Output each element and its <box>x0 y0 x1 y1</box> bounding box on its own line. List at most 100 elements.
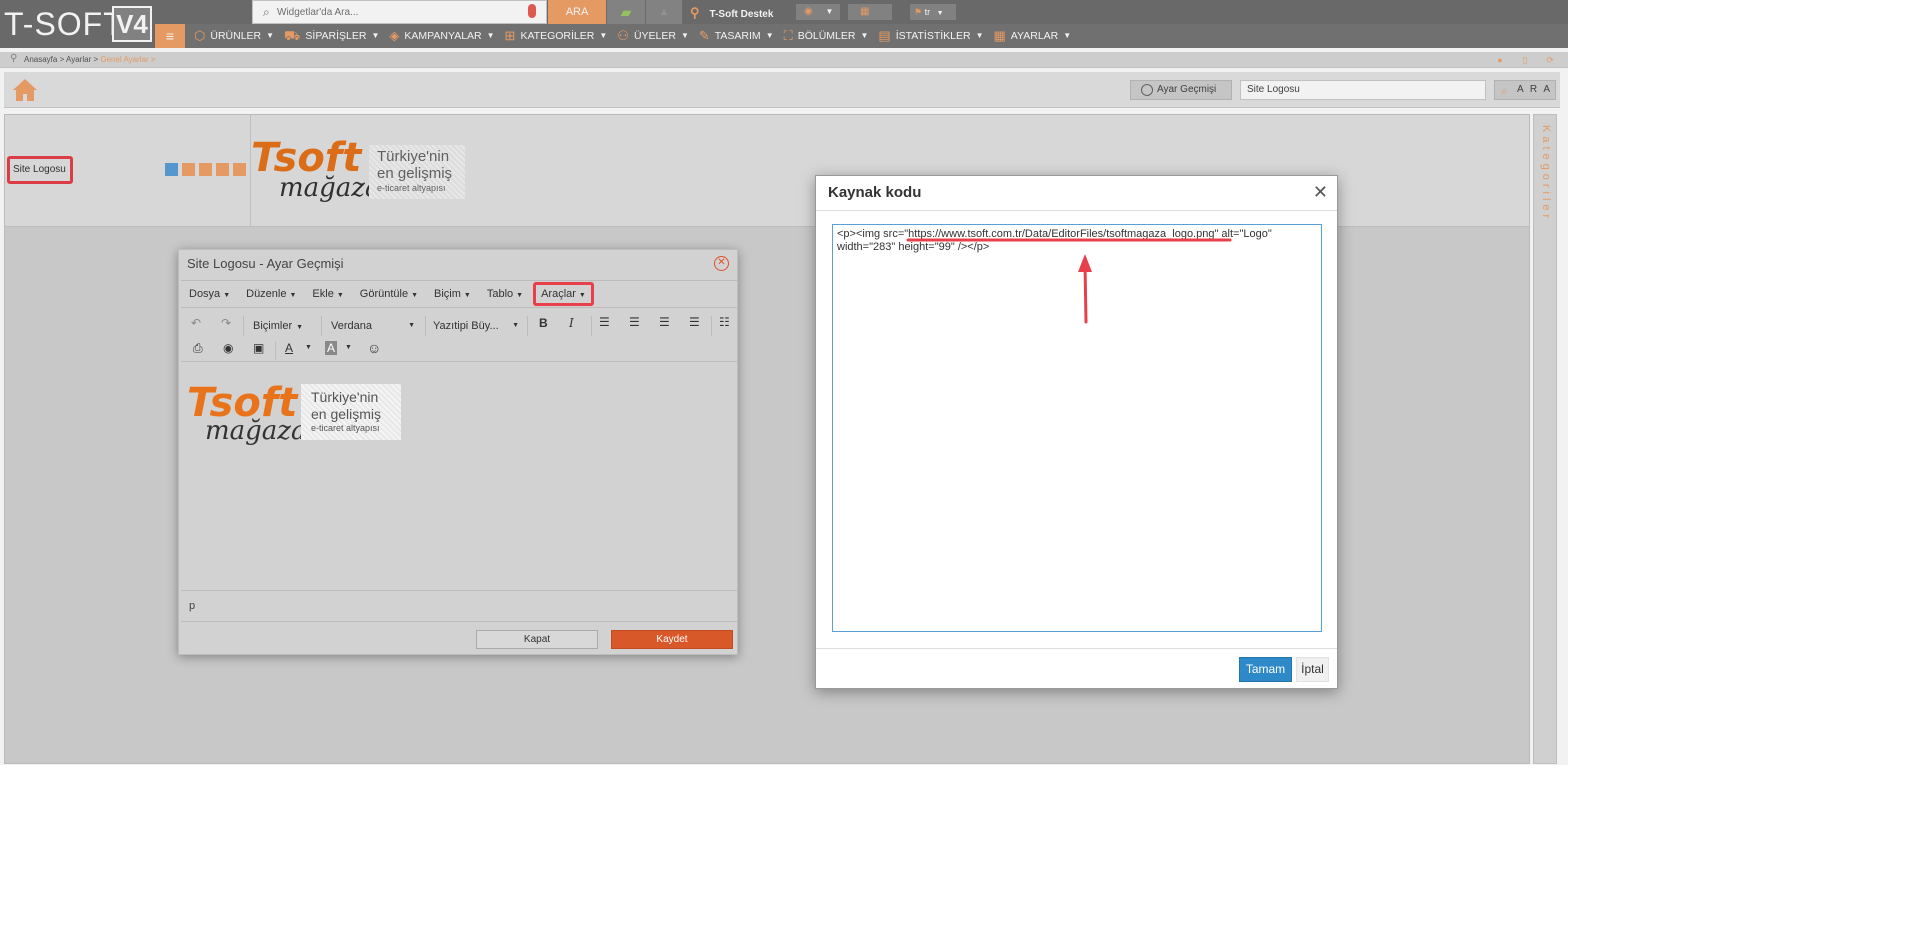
logo-tagline-box: Türkiye'nin en gelişmiş e-ticaret altyap… <box>369 145 465 199</box>
menu-item[interactable]: Biçim ▼ <box>426 288 479 300</box>
align-center-icon[interactable]: ☰ <box>629 315 640 329</box>
help-icon[interactable] <box>199 163 212 176</box>
editor-statusbar: p <box>181 590 737 622</box>
logo-sub: mağaza <box>205 416 307 446</box>
cart-icon: ⛟ <box>284 28 301 43</box>
ok-button[interactable]: Tamam <box>1239 657 1292 682</box>
chevron-down-icon: ▼ <box>463 292 471 299</box>
setting-history-button[interactable]: Ayar Geçmişi <box>1130 80 1232 100</box>
nav-item-label: KATEGORİLER <box>520 30 595 42</box>
chevron-down-icon[interactable]: ▼ <box>345 344 352 351</box>
editor-logo-image[interactable]: Tsoft mağaza Türkiye'nin en gelişmiş e-t… <box>187 380 407 466</box>
edit-icon[interactable] <box>216 163 229 176</box>
nav-item[interactable]: ⚇ ÜYELER ▼ <box>612 24 694 48</box>
chat-icon[interactable]: ▰ <box>607 0 645 24</box>
close-button[interactable]: Kapat <box>476 630 598 649</box>
menu-tools[interactable]: Araçlar ▼ <box>533 282 594 306</box>
settings-search-input[interactable]: Site Logosu <box>1240 80 1486 100</box>
tag-icon: ◈ <box>389 28 400 43</box>
menu-item[interactable]: Düzenle ▼ <box>238 288 304 300</box>
menu-item[interactable]: Dosya ▼ <box>181 288 238 300</box>
logo-version: V4 <box>112 6 152 42</box>
widget-search-button[interactable]: ARA <box>548 0 606 24</box>
preview-dropdown[interactable]: ◉ ▼ <box>796 4 840 20</box>
bold-icon[interactable]: B <box>539 316 548 330</box>
nav-item[interactable]: ▤ İSTATİSTİKLER ▼ <box>873 24 988 48</box>
alert-icon[interactable]: ▲ <box>646 0 682 24</box>
logo-tagline-box: Türkiye'nin en gelişmiş e-ticaret altyap… <box>301 384 401 440</box>
dialog-title: Site Logosu - Ayar Geçmişi <box>187 256 344 271</box>
settings-search-button[interactable]: ⌕ A R A <box>1494 80 1556 100</box>
nav-item[interactable]: ⬡ ÜRÜNLER ▼ <box>189 24 279 48</box>
nav-items: ⬡ ÜRÜNLER ▼ ⛟ SİPARİŞLER ▼ ◈ KAMPANYALAR ▼ ⊞ KATEG… <box>189 24 1076 48</box>
font-size-dropdown[interactable]: Yazıtipi Büy... ▼ <box>433 318 519 334</box>
chevron-down-icon: ▼ <box>680 31 689 40</box>
support-link[interactable]: ⚲ T-Soft Destek <box>690 0 773 24</box>
close-icon[interactable]: ✕ <box>1313 182 1328 203</box>
cancel-button[interactable]: İptal <box>1296 657 1329 682</box>
history-icon[interactable] <box>182 163 195 176</box>
settings-toolbar: Ayar Geçmişi Site Logosu ⌕ A R A <box>4 72 1560 108</box>
save-button[interactable]: Kaydet <box>611 630 733 649</box>
microphone-icon[interactable] <box>528 4 536 18</box>
italic-icon[interactable]: I <box>569 316 574 330</box>
menu-item[interactable]: Tablo ▼ <box>479 288 531 300</box>
language-dropdown[interactable]: ⚑ tr ▼ <box>910 4 956 20</box>
chevron-down-icon: ▼ <box>411 292 419 299</box>
chevron-down-icon: ▼ <box>486 31 495 40</box>
editor-content-area[interactable]: Tsoft mağaza Türkiye'nin en gelişmiş e-t… <box>181 364 737 590</box>
users-icon: ⚇ <box>617 28 629 43</box>
bookmark-icon[interactable]: ▯ <box>1519 54 1531 66</box>
nav-item[interactable]: ⊞ KATEGORİLER ▼ <box>500 24 613 48</box>
setting-history-label: Ayar Geçmişi <box>1157 84 1217 95</box>
font-family-dropdown[interactable]: Verdana ▼ <box>331 318 415 334</box>
media-icon[interactable]: ▣ <box>253 341 264 355</box>
logo-sub: mağaza <box>279 173 381 203</box>
redo-icon[interactable]: ↷ <box>221 316 231 330</box>
chevron-down-icon: ▼ <box>371 31 380 40</box>
hamburger-menu-icon[interactable]: ≡ <box>155 24 185 48</box>
text-color-icon[interactable]: A <box>285 341 293 355</box>
element-path[interactable]: p <box>189 600 195 612</box>
refresh-icon[interactable]: ⟳ <box>1544 54 1556 66</box>
nav-item-label: ÜRÜNLER <box>210 30 262 42</box>
app-logo[interactable]: T-SOFT V4 <box>0 0 155 48</box>
add-circle-icon[interactable]: ● <box>1494 54 1506 66</box>
align-justify-icon[interactable]: ☰ <box>689 315 700 329</box>
nav-item[interactable]: ✎ TASARIM ▼ <box>694 24 779 48</box>
chevron-down-icon: ▼ <box>1063 31 1072 40</box>
chevron-down-icon[interactable]: ▼ <box>305 344 312 351</box>
categories-side-tab[interactable]: Kategoriler <box>1533 114 1557 764</box>
settings-search-label: A R A <box>1517 84 1553 95</box>
emoticon-icon[interactable]: ☺ <box>367 340 381 356</box>
breadcrumb-current[interactable]: Genel Ayarlar > <box>100 55 155 64</box>
background-color-icon[interactable]: A <box>325 341 338 355</box>
print-icon[interactable]: ⎙ <box>193 341 203 356</box>
undo-icon[interactable]: ↶ <box>191 316 201 330</box>
bullet-list-icon[interactable]: ☷ <box>719 315 730 329</box>
box-icon: ⬡ <box>194 28 206 43</box>
align-left-icon[interactable]: ☰ <box>599 315 610 329</box>
preview-eye-icon[interactable]: ◉ <box>223 341 233 355</box>
breadcrumb-path[interactable]: Anasayfa > Ayarlar > <box>24 55 100 64</box>
widget-search-input[interactable] <box>277 4 517 20</box>
home-icon[interactable] <box>12 78 38 102</box>
settings-icon[interactable] <box>233 163 246 176</box>
grid-button[interactable]: ▦ <box>848 4 892 20</box>
editor-menubar: Dosya ▼ Düzenle ▼ Ekle ▼ Görüntüle ▼ Biçim ▼ Tablo… <box>181 280 737 308</box>
chevron-down-icon: ▼ <box>578 292 586 299</box>
formats-dropdown[interactable]: Biçimler ▼ <box>253 318 303 334</box>
menu-item[interactable]: Görüntüle ▼ <box>352 288 426 300</box>
nav-item[interactable]: ◈ KAMPANYALAR ▼ <box>384 24 499 48</box>
align-right-icon[interactable]: ☰ <box>659 315 670 329</box>
nav-item-label: AYARLAR <box>1010 30 1059 42</box>
chart-icon: ▤ <box>878 28 891 43</box>
source-code-textarea[interactable]: <p><img src="https://www.tsoft.com.tr/Da… <box>832 224 1322 632</box>
info-icon[interactable] <box>165 163 178 176</box>
nav-item[interactable]: ▦ AYARLAR ▼ <box>989 24 1077 48</box>
menu-item[interactable]: Ekle ▼ <box>304 288 351 300</box>
nav-item[interactable]: ⛟ SİPARİŞLER ▼ <box>279 24 384 48</box>
clock-icon <box>1141 84 1153 96</box>
nav-item[interactable]: ⛶ BÖLÜMLER ▼ <box>779 24 874 48</box>
close-icon[interactable]: ✕ <box>714 256 729 271</box>
